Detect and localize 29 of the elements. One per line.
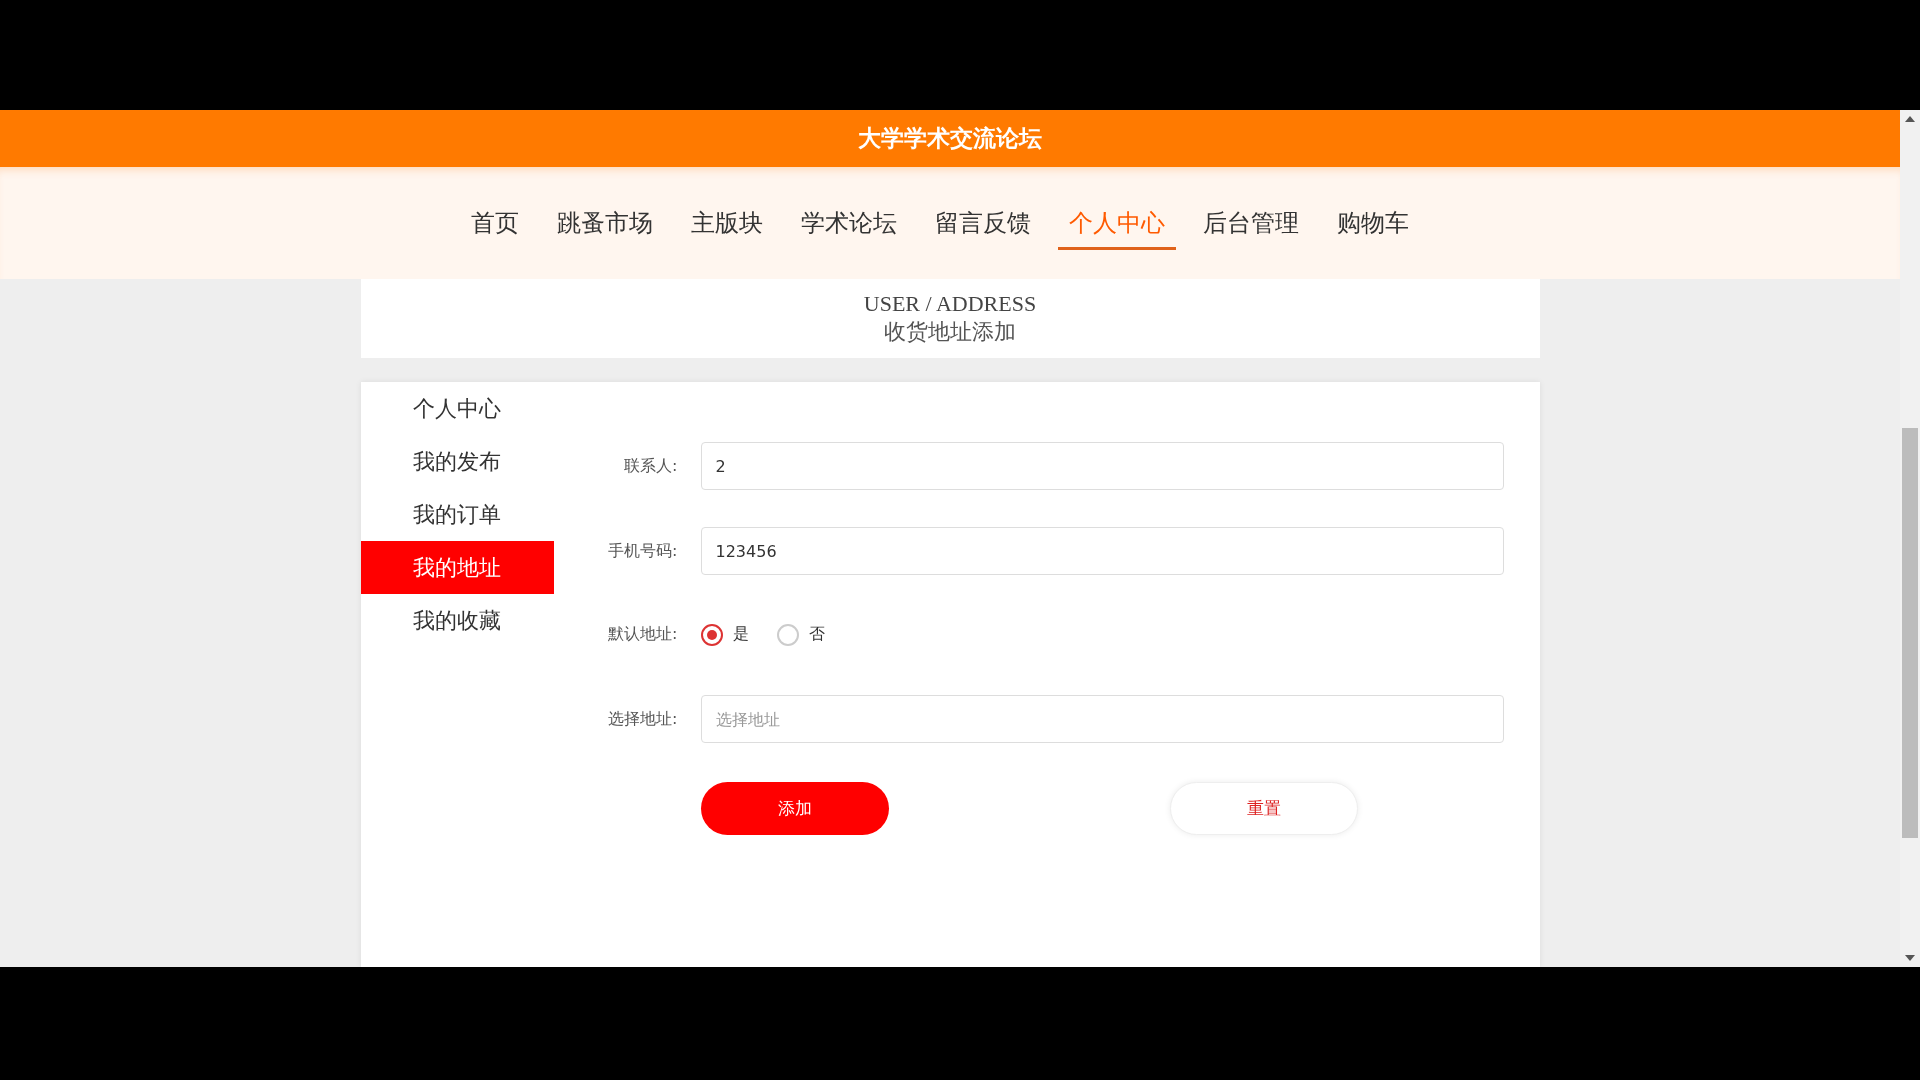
page-subtitle: USER / ADDRESS [863, 290, 1037, 317]
nav-link[interactable]: 主版块 [680, 196, 774, 250]
reset-button[interactable]: 重置 [1169, 782, 1358, 835]
input-field[interactable]: 选择地址 [700, 695, 1504, 743]
field-label: 选择地址: [607, 708, 679, 730]
sidebar-item[interactable]: 我的发布 [360, 435, 554, 488]
field-label: 默认地址: [607, 624, 679, 645]
sidebar-item[interactable]: 我的地址 [360, 541, 554, 594]
radio-label: 是 [732, 624, 749, 645]
nav-link[interactable]: 学术论坛 [790, 196, 908, 250]
site-title: 大学学术交流论坛 [858, 124, 1042, 153]
sidebar-item[interactable]: 个人中心 [360, 382, 554, 435]
input-field[interactable]: 123456 [700, 527, 1504, 575]
scrollbar-thumb[interactable] [1902, 428, 1918, 838]
input-field[interactable]: 2 [700, 442, 1504, 490]
sidebar-item[interactable]: 我的订单 [360, 488, 554, 541]
radio-button[interactable] [776, 623, 799, 646]
add-button[interactable]: 添加 [700, 782, 889, 835]
field-label: 手机号码: [607, 540, 679, 562]
nav-link[interactable]: 跳蚤市场 [546, 196, 664, 250]
radio-label: 否 [808, 624, 825, 645]
sidebar-item[interactable]: 我的收藏 [360, 594, 554, 647]
page-title: 收货地址添加 [884, 317, 1016, 346]
field-label: 联系人: [623, 455, 679, 477]
nav-link[interactable]: 后台管理 [1192, 196, 1310, 250]
radio-button[interactable] [700, 623, 723, 646]
nav-link[interactable]: 首页 [460, 196, 530, 250]
nav-link[interactable]: 购物车 [1326, 196, 1420, 250]
nav-link[interactable]: 留言反馈 [924, 196, 1042, 250]
